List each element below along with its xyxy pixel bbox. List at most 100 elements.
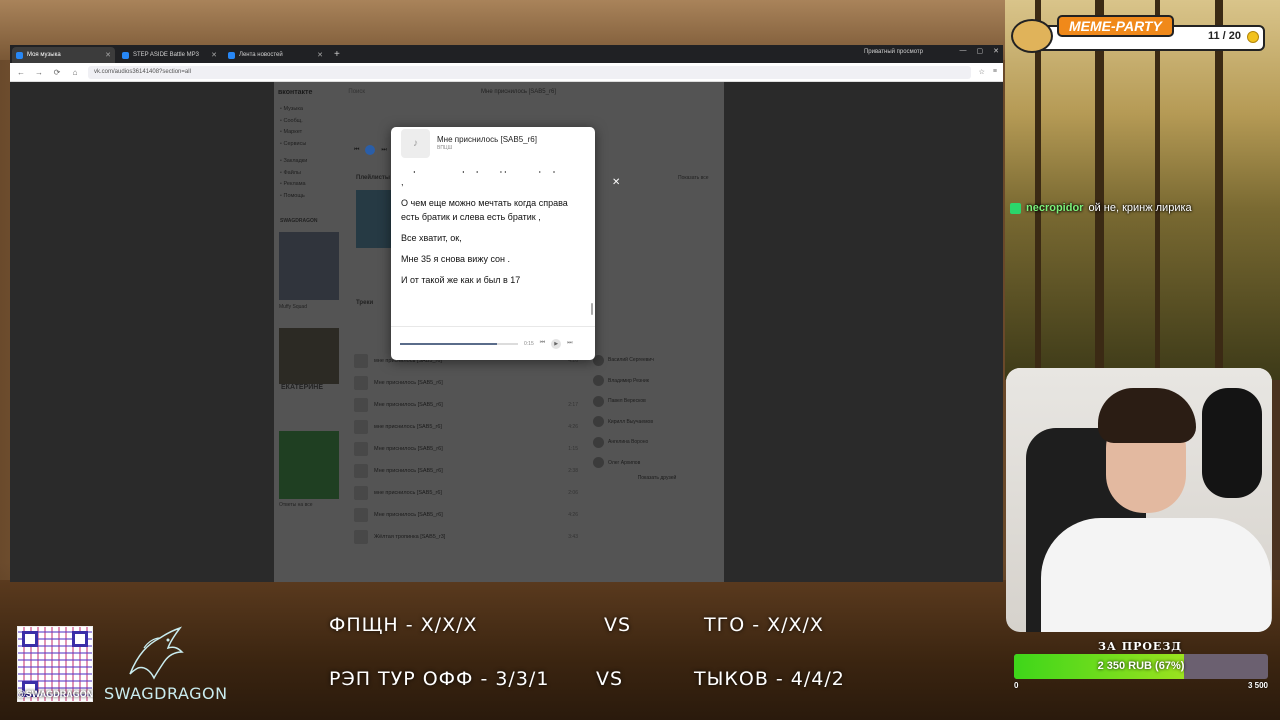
close-icon[interactable]: ✕ bbox=[211, 51, 217, 59]
friend-item[interactable]: Кирилл Выучаемов bbox=[593, 412, 721, 433]
score-left-1: ФПЩН - Х/Х/Х bbox=[329, 614, 478, 636]
ad-thumb-zimmer[interactable] bbox=[279, 328, 339, 384]
lyrics-player: 0:15 ⏮ ▶ ⏭ bbox=[391, 326, 595, 360]
menu-market[interactable]: Маркет bbox=[280, 127, 307, 139]
track-row[interactable]: Мне приснилось [SAB5_r6] 1:15 bbox=[354, 439, 578, 459]
new-tab-button[interactable]: + bbox=[330, 47, 344, 63]
microphone-icon bbox=[1202, 388, 1262, 498]
menu-services[interactable]: Сервисы bbox=[280, 139, 307, 151]
friend-item[interactable]: Павел Вересков bbox=[593, 391, 721, 412]
menu-ads[interactable]: Реклама bbox=[280, 179, 307, 191]
score-vs-1: VS bbox=[604, 614, 632, 636]
lyrics-artist: ВПЦШ bbox=[437, 144, 453, 151]
menu-bookmarks[interactable]: Закладки bbox=[280, 156, 307, 168]
track-duration: 2:38 bbox=[568, 468, 578, 474]
lyrics-modal: ♪ Мне приснилось [SAB5_r6] ВПЦШ шарю как… bbox=[391, 127, 595, 360]
lyrics-time: 0:15 bbox=[524, 340, 534, 347]
menu-help[interactable]: Помощь bbox=[280, 191, 307, 203]
friend-name: Кирилл Выучаемов bbox=[608, 418, 653, 425]
friend-name: Павел Вересков bbox=[608, 398, 646, 405]
track-duration: 4:26 bbox=[568, 512, 578, 518]
tab-step-aside[interactable]: STEP ASIDE Battle MP3 ✕ bbox=[118, 47, 221, 63]
kick-badge-icon bbox=[1010, 202, 1021, 214]
menu-music[interactable]: Музыка bbox=[280, 104, 307, 116]
track-cover-icon bbox=[354, 530, 368, 544]
friend-name: Владимир Резник bbox=[608, 377, 649, 384]
prev-icon[interactable]: ⏮ bbox=[540, 340, 545, 347]
reload-icon[interactable]: ⟳ bbox=[52, 68, 62, 77]
prev-icon[interactable]: ⏮ bbox=[354, 147, 359, 154]
friends-list: Василий Сергеевич Владимир Резник Павел Ве… bbox=[593, 350, 721, 481]
ad-thumb-green[interactable] bbox=[279, 431, 339, 499]
url-field[interactable]: vk.com/audios36141408?section=all bbox=[88, 65, 971, 79]
lyrics-progress[interactable] bbox=[400, 342, 518, 345]
track-cover-icon bbox=[354, 442, 368, 456]
track-row[interactable]: Мне приснилось [SAB5_r6] 4:26 bbox=[354, 505, 578, 525]
forward-icon[interactable]: → bbox=[34, 68, 44, 77]
track-row[interactable]: мне приснилось [SAB5_r6] 2:06 bbox=[354, 483, 578, 503]
score-right-2: ТЫКОВ - 4/4/2 bbox=[694, 668, 845, 690]
close-icon[interactable]: ✕ bbox=[612, 177, 620, 188]
meme-count: 11 / 20 bbox=[1207, 30, 1241, 42]
play-button[interactable]: ▶ bbox=[551, 338, 562, 349]
vk-logo[interactable]: вконтакте bbox=[278, 89, 312, 96]
vk-menu: Музыка Сообщ. Маркет Сервисы Закладки Фа… bbox=[280, 104, 307, 202]
track-duration: 4:26 bbox=[568, 424, 578, 430]
vk-header: вконтакте Поиск Мне приснилось [SAB5_r6] bbox=[274, 82, 724, 102]
lyrics-scrollbar[interactable] bbox=[591, 303, 593, 315]
tab-my-music[interactable]: Моя музыка ✕ bbox=[12, 47, 115, 63]
qr-handle: @SWAGDRAGON bbox=[17, 689, 94, 699]
lyrics-line: шарю какие картеры и где вообще брать их… bbox=[401, 171, 584, 187]
address-bar: ← → ⟳ ⌂ vk.com/audios36141408?section=al… bbox=[10, 63, 1003, 82]
friend-item[interactable]: Олег Архипов bbox=[593, 453, 721, 474]
donation-bar: 2 350 RUB (67%) bbox=[1014, 654, 1268, 679]
next-icon[interactable]: ⏭ bbox=[567, 340, 572, 347]
lyrics-track-title: Мне приснилось [SAB5_r6] bbox=[437, 134, 537, 144]
track-row[interactable]: Мне приснилось [SAB5_r6] 2:38 bbox=[354, 461, 578, 481]
home-icon[interactable]: ⌂ bbox=[70, 68, 80, 77]
menu-messages[interactable]: Сообщ. bbox=[280, 116, 307, 128]
close-icon[interactable]: ✕ bbox=[105, 51, 111, 59]
tab-news[interactable]: Лента новостей ✕ bbox=[224, 47, 327, 63]
menu-icon[interactable]: ≡ bbox=[993, 68, 997, 76]
tab-bar: Моя музыка ✕ STEP ASIDE Battle MP3 ✕ Лента… bbox=[10, 45, 1003, 63]
dragon-logo-icon bbox=[129, 626, 184, 680]
lyrics-line: И от такой же как и был в 17 bbox=[401, 275, 521, 285]
score-right-1: ТГО - Х/Х/Х bbox=[704, 614, 824, 636]
avatar bbox=[593, 375, 604, 387]
lyrics-line: Все хватит, ок, bbox=[401, 233, 462, 243]
score-vs-2: VS bbox=[596, 668, 624, 690]
next-icon[interactable]: ⏭ bbox=[381, 147, 386, 154]
track-row[interactable]: мне приснилось [SAB5_r6] 4:26 bbox=[354, 417, 578, 437]
track-cover-icon bbox=[354, 508, 368, 522]
menu-files[interactable]: Файлы bbox=[280, 168, 307, 180]
back-icon[interactable]: ← bbox=[16, 68, 26, 77]
avatar bbox=[593, 416, 604, 428]
play-button[interactable] bbox=[365, 145, 376, 155]
chat-nick: necropidor bbox=[1026, 202, 1084, 214]
friend-name: Олег Архипов bbox=[608, 459, 641, 466]
friend-item[interactable]: Ангелина Вороно bbox=[593, 432, 721, 453]
ad-thumb[interactable] bbox=[279, 232, 339, 300]
coin-icon bbox=[1247, 31, 1259, 43]
show-friends-button[interactable]: Показать друзей bbox=[593, 475, 721, 481]
star-icon[interactable]: ☆ bbox=[979, 68, 985, 76]
close-window-icon[interactable]: ✕ bbox=[993, 47, 999, 55]
track-cover-icon bbox=[354, 464, 368, 478]
header-track-title: Мне приснилось [SAB5_r6] bbox=[481, 89, 556, 95]
track-duration: 2:17 bbox=[568, 402, 578, 408]
maximize-icon[interactable]: ▢ bbox=[977, 47, 984, 55]
lyrics-text: шарю какие картеры и где вообще брать их… bbox=[401, 171, 587, 317]
friend-item[interactable]: Владимир Резник bbox=[593, 371, 721, 392]
meme-party-widget: MEME-PARTY 11 / 20 bbox=[1009, 15, 1267, 53]
minimize-icon[interactable]: — bbox=[960, 47, 967, 55]
track-row[interactable]: Жёлтая тропинка [SAB5_r3] 3:43 bbox=[354, 527, 578, 547]
track-row[interactable]: Мне приснилось [SAB5_r6] 2:17 bbox=[354, 395, 578, 415]
avatar bbox=[593, 457, 604, 469]
close-icon[interactable]: ✕ bbox=[317, 51, 323, 59]
track-row[interactable]: Мне приснилось [SAB5_r6] bbox=[354, 373, 578, 393]
search-input[interactable]: Поиск bbox=[348, 89, 365, 95]
forest-window bbox=[1005, 0, 1280, 380]
friend-item[interactable]: Василий Сергеевич bbox=[593, 350, 721, 371]
show-all-link[interactable]: Показать все bbox=[678, 175, 718, 182]
